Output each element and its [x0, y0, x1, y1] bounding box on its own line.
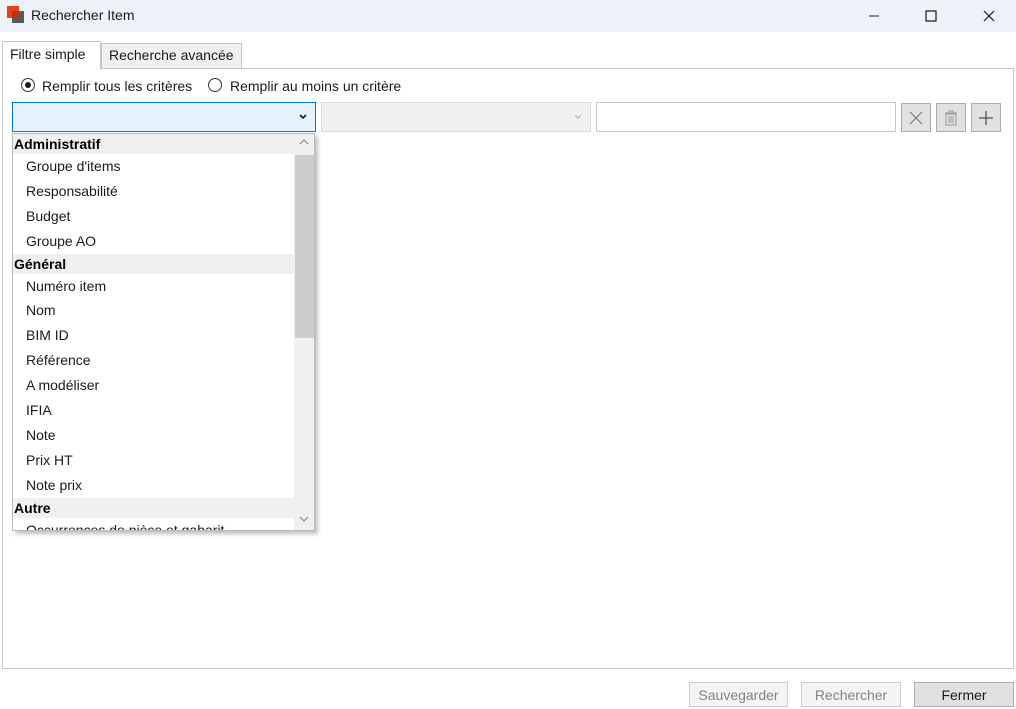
chevron-down-icon: [574, 114, 582, 119]
radio-all-criteria[interactable]: [21, 78, 35, 92]
dropdown-option[interactable]: Responsabilité: [13, 179, 294, 204]
dropdown-option[interactable]: Nom: [13, 298, 294, 323]
tab-filtre-simple[interactable]: Filtre simple: [2, 41, 101, 70]
scroll-down-arrow-icon[interactable]: [299, 515, 309, 523]
radio-all-criteria-label[interactable]: Remplir tous les critères: [42, 78, 192, 94]
chevron-down-icon: [299, 114, 307, 120]
dropdown-option[interactable]: Occurrences de pièce et gabarit: [13, 518, 294, 530]
dropdown-option[interactable]: Note prix: [13, 473, 294, 498]
dropdown-option[interactable]: Référence: [13, 348, 294, 373]
dropdown-option[interactable]: Groupe d'items: [13, 154, 294, 179]
close-icon: [983, 10, 995, 22]
scrollbar-thumb[interactable]: [295, 155, 314, 338]
clear-icon: [909, 111, 923, 124]
dropdown-option[interactable]: Numéro item: [13, 274, 294, 299]
scroll-up-arrow-icon[interactable]: [299, 138, 309, 146]
add-criterion-button[interactable]: [971, 103, 1001, 132]
dropdown-scrollbar[interactable]: [294, 134, 314, 530]
close-window-button[interactable]: [966, 0, 1012, 32]
window-title: Rechercher Item: [31, 7, 135, 23]
field-dropdown-list[interactable]: Administratif Groupe d'items Responsabilit…: [12, 133, 315, 531]
dropdown-option[interactable]: Groupe AO: [13, 229, 294, 254]
dropdown-group-header: Administratif: [13, 134, 294, 154]
radio-any-criterion[interactable]: [208, 78, 222, 92]
minimize-icon: [869, 15, 879, 17]
operator-select: [321, 102, 591, 132]
search-button[interactable]: Rechercher: [801, 682, 901, 707]
dropdown-option[interactable]: A modéliser: [13, 373, 294, 398]
dropdown-option[interactable]: Note: [13, 423, 294, 448]
maximize-icon: [925, 10, 937, 22]
dropdown-group-header: Général: [13, 253, 294, 274]
delete-criterion-button[interactable]: [936, 103, 966, 132]
radio-selected-dot: [25, 82, 31, 88]
radio-any-criterion-label[interactable]: Remplir au moins un critère: [230, 78, 401, 94]
value-input[interactable]: [596, 102, 896, 132]
plus-icon: [979, 110, 993, 125]
clear-criterion-button[interactable]: [901, 103, 931, 132]
dropdown-group-header: Autre: [13, 497, 294, 518]
minimize-button[interactable]: [851, 0, 897, 32]
close-button[interactable]: Fermer: [914, 682, 1014, 707]
dropdown-items: Administratif Groupe d'items Responsabilit…: [13, 134, 294, 530]
tab-recherche-avancee[interactable]: Recherche avancée: [101, 43, 242, 68]
app-logo-icon: [7, 6, 24, 23]
dropdown-option[interactable]: BIM ID: [13, 323, 294, 348]
dropdown-option[interactable]: Budget: [13, 204, 294, 229]
title-bar: Rechercher Item: [0, 0, 1016, 32]
maximize-button[interactable]: [908, 0, 954, 32]
field-select[interactable]: [12, 102, 316, 132]
dropdown-option[interactable]: IFIA: [13, 398, 294, 423]
dropdown-option[interactable]: Prix HT: [13, 448, 294, 473]
trash-icon: [945, 110, 957, 125]
save-button[interactable]: Sauvegarder: [689, 682, 788, 707]
